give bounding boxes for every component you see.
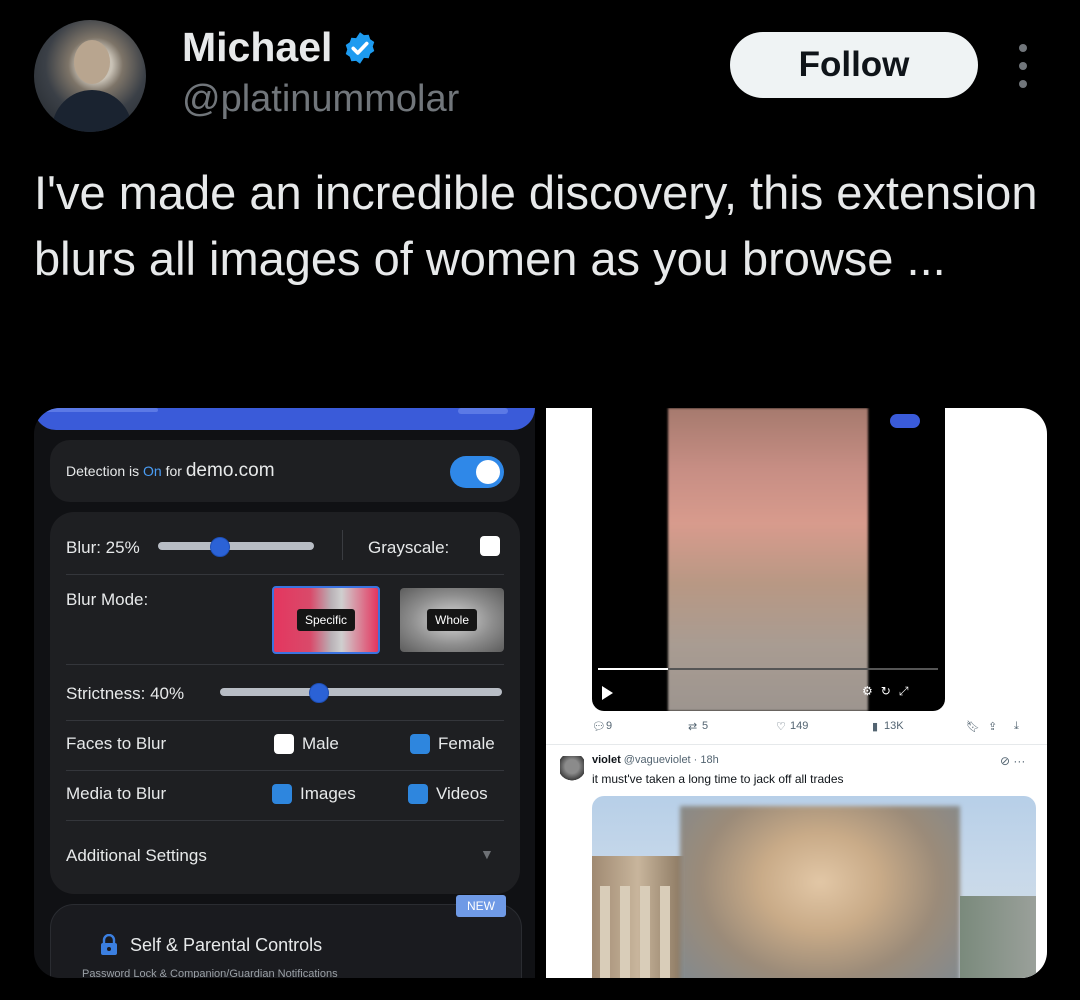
videos-checkbox[interactable] xyxy=(408,784,428,804)
faces-to-blur-label: Faces to Blur xyxy=(66,734,167,753)
ruins-image xyxy=(960,896,1036,978)
media-to-blur-label: Media to Blur xyxy=(66,784,167,803)
repost-icon[interactable]: ⇄ xyxy=(688,720,697,733)
display-name[interactable]: Michael xyxy=(182,24,378,71)
feed-divider xyxy=(546,744,1047,745)
reply-icon[interactable]: 💬︎ xyxy=(592,720,606,733)
like-icon[interactable]: ♡ xyxy=(776,720,786,733)
repost-count: 5 xyxy=(702,720,709,732)
blurred-image xyxy=(680,806,960,978)
blur-mode-whole-label: Whole xyxy=(426,609,478,631)
share-icon[interactable]: ⇪ xyxy=(988,720,997,733)
verified-badge-icon xyxy=(346,31,375,64)
tweet-actions: 💬︎ 9 ⇄ 5 ♡ 149 ▮ 13K 🔖︎ ⇪ ⤓ xyxy=(592,720,1032,736)
grayscale-checkbox[interactable] xyxy=(480,536,500,556)
more-options-icon[interactable] xyxy=(1014,44,1032,88)
settings-card: Blur: 25% Grayscale: Blur Mode: Specific… xyxy=(50,512,520,894)
reply-count: 9 xyxy=(606,720,613,732)
tweet-image-blurred-feed[interactable]: ⚙↻⤢ 💬︎ 9 ⇄ 5 ♡ 149 ▮ 13K 🔖︎ ⇪ ⤓ violet @… xyxy=(546,408,1047,978)
blur-mode-label: Blur Mode: xyxy=(66,590,149,609)
like-count: 149 xyxy=(790,720,809,732)
views-icon[interactable]: ▮ xyxy=(872,720,878,733)
display-name-text: Michael xyxy=(182,24,333,70)
reply-handle[interactable]: @vagueviolet · 18h xyxy=(624,754,719,766)
parental-controls-subtitle: Password Lock & Companion/Guardian Notif… xyxy=(82,968,338,978)
tweet-text: I've made an incredible discovery, this … xyxy=(34,166,1038,285)
divider xyxy=(342,530,343,560)
embedded-video[interactable]: ⚙↻⤢ xyxy=(592,408,945,711)
lock-icon xyxy=(101,934,117,955)
blur-mode-whole-option[interactable]: Whole xyxy=(400,588,504,652)
images-label: Images xyxy=(300,784,356,803)
male-label: Male xyxy=(302,734,339,753)
video-progress-bar[interactable] xyxy=(598,668,938,670)
blurred-image xyxy=(668,408,868,711)
row-divider xyxy=(66,820,504,821)
new-badge: NEW xyxy=(456,895,506,917)
blur-mode-specific-label: Specific xyxy=(296,609,356,631)
video-controls-icons[interactable]: ⚙↻⤢ xyxy=(862,684,916,699)
reply-text: it must've taken a long time to jack off… xyxy=(592,772,844,786)
blur-mode-specific-option[interactable]: Specific xyxy=(272,586,380,654)
avatar[interactable] xyxy=(34,20,146,132)
parental-controls-title[interactable]: Self & Parental Controls xyxy=(100,934,322,956)
detection-row: Detection is On for demo.com xyxy=(50,440,520,502)
grayscale-label: Grayscale: xyxy=(368,538,450,557)
additional-settings-label[interactable]: Additional Settings xyxy=(66,846,207,866)
reply-avatar[interactable] xyxy=(560,756,584,786)
detection-toggle[interactable] xyxy=(450,456,504,488)
blur-slider[interactable] xyxy=(158,542,314,550)
panel-header-bar xyxy=(34,408,535,430)
detection-status-text: Detection is On for demo.com xyxy=(66,460,275,481)
play-icon[interactable] xyxy=(602,686,613,700)
tweet-image-extension-panel[interactable]: Detection is On for demo.com Blur: 25% G… xyxy=(34,408,535,978)
views-count: 13K xyxy=(884,720,904,732)
ruins-image xyxy=(592,856,684,978)
chevron-down-icon[interactable]: ▼ xyxy=(480,846,494,862)
male-checkbox[interactable] xyxy=(274,734,294,754)
images-checkbox[interactable] xyxy=(272,784,292,804)
reply-more-icon[interactable]: ⊘ ··· xyxy=(1000,754,1025,768)
reply-header: violet @vagueviolet · 18h xyxy=(592,754,719,766)
videos-label: Videos xyxy=(436,784,488,803)
strictness-slider[interactable] xyxy=(220,688,502,696)
toggle-icon xyxy=(890,414,920,428)
reply-name[interactable]: violet xyxy=(592,754,621,766)
strictness-label: Strictness: 40% xyxy=(66,684,185,703)
row-divider xyxy=(66,720,504,721)
reply-photo[interactable] xyxy=(592,796,1036,978)
user-handle[interactable]: @platinummolar xyxy=(182,78,459,121)
female-label: Female xyxy=(438,734,495,753)
bookmark-icon[interactable]: 🔖︎ xyxy=(966,720,980,733)
row-divider xyxy=(66,574,504,575)
row-divider xyxy=(66,664,504,665)
download-icon[interactable]: ⤓ xyxy=(1014,720,1019,733)
parental-controls-title-text: Self & Parental Controls xyxy=(130,934,323,955)
blur-slider-thumb[interactable] xyxy=(210,537,230,557)
blur-label: Blur: 25% xyxy=(66,538,140,557)
row-divider xyxy=(66,770,504,771)
strictness-slider-thumb[interactable] xyxy=(308,683,329,703)
follow-button[interactable]: Follow xyxy=(730,32,978,98)
female-checkbox[interactable] xyxy=(410,734,430,754)
